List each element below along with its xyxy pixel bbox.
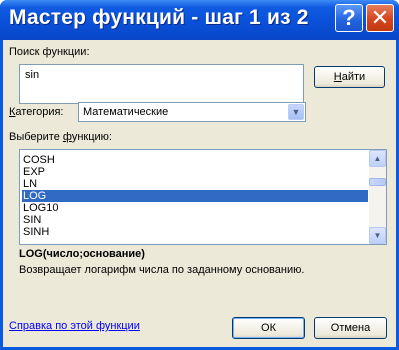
find-button[interactable]: Найти bbox=[314, 66, 385, 88]
list-item-selected[interactable]: LOG bbox=[22, 190, 368, 202]
list-item[interactable]: LOG10 bbox=[22, 202, 368, 214]
close-button[interactable]: ✕ bbox=[366, 4, 394, 32]
list-item[interactable]: EXP bbox=[22, 166, 368, 178]
function-signature: LOG(число;основание) bbox=[19, 248, 145, 260]
find-button-hotkey: Н bbox=[333, 71, 342, 83]
dialog-body: Поиск функции: sin Найти Категория: Мате… bbox=[3, 40, 396, 347]
search-input[interactable]: sin bbox=[19, 64, 304, 104]
functions-label: Выберите функцию: bbox=[9, 131, 112, 143]
title-bar[interactable]: Мастер функций - шаг 1 из 2 ? ✕ bbox=[0, 0, 399, 40]
function-wizard-dialog: Мастер функций - шаг 1 из 2 ? ✕ Поиск фу… bbox=[0, 0, 399, 350]
cancel-button[interactable]: Отмена bbox=[314, 317, 387, 339]
list-item[interactable]: LN bbox=[22, 178, 368, 190]
list-item[interactable]: COSH bbox=[22, 154, 368, 166]
scroll-down-icon[interactable]: ▼ bbox=[369, 227, 386, 244]
list-item[interactable]: SINH bbox=[22, 226, 368, 238]
scroll-up-icon[interactable]: ▲ bbox=[369, 150, 386, 167]
question-icon: ? bbox=[342, 5, 356, 30]
category-select[interactable]: Математические ▼ bbox=[78, 102, 306, 122]
scrollbar-thumb[interactable] bbox=[369, 178, 386, 186]
help-button[interactable]: ? bbox=[335, 4, 363, 32]
chevron-down-icon[interactable]: ▼ bbox=[288, 104, 304, 120]
window-title: Мастер функций - шаг 1 из 2 bbox=[9, 6, 309, 29]
ok-button[interactable]: ОК bbox=[232, 317, 305, 339]
search-input-value: sin bbox=[25, 69, 40, 81]
function-description: Возвращает логарифм числа по заданному о… bbox=[19, 264, 305, 276]
search-label: Поиск функции: bbox=[9, 46, 90, 58]
close-icon: ✕ bbox=[370, 5, 390, 30]
vertical-scrollbar[interactable]: ▲ ▼ bbox=[369, 150, 386, 244]
function-list[interactable]: COSH EXP LN LOG LOG10 SIN SINH ▲ ▼ bbox=[19, 149, 387, 245]
category-selected-value: Математические bbox=[83, 106, 169, 118]
list-item[interactable]: SIN bbox=[22, 214, 368, 226]
help-link[interactable]: Справка по этой функции bbox=[9, 320, 140, 332]
category-label: Категория: bbox=[9, 106, 64, 118]
